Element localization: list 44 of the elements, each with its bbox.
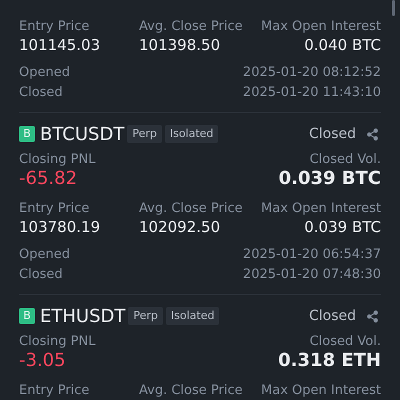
status: Closed xyxy=(308,124,356,144)
share-icon[interactable] xyxy=(366,128,379,140)
volume-value: 0.318 ETH xyxy=(278,351,381,371)
share-icon[interactable] xyxy=(366,310,379,322)
coin-badge: B xyxy=(19,308,35,324)
label: Closed Vol. xyxy=(310,151,381,169)
label: Opened xyxy=(19,246,70,264)
label: Max Open Interest xyxy=(261,18,381,36)
label: Closed Vol. xyxy=(310,333,381,351)
value: 101145.03 xyxy=(19,36,102,54)
value: 102092.50 xyxy=(139,218,222,236)
tag: Perp xyxy=(127,124,162,144)
value: 0.039 BTC xyxy=(303,218,381,236)
pnl-value: -65.82 xyxy=(19,169,78,189)
value: 103780.19 xyxy=(19,218,102,236)
label: Closing PNL xyxy=(19,151,96,169)
tag: Isolated xyxy=(164,124,218,144)
timestamp: 2025-01-20 06:54:37 xyxy=(242,246,381,264)
timestamp: 2025-01-20 11:43:10 xyxy=(242,84,381,102)
label: Entry Price xyxy=(19,382,90,400)
label: Closing PNL xyxy=(19,333,96,351)
label: Max Open Interest xyxy=(261,200,381,218)
tag: Perp xyxy=(128,306,163,326)
value: 101398.50 xyxy=(139,36,222,54)
label: Avg. Close Price xyxy=(139,200,244,218)
coin-badge: B xyxy=(19,126,35,142)
tag: Isolated xyxy=(166,306,220,326)
label: Closed xyxy=(19,84,63,102)
label: Entry Price xyxy=(19,200,90,218)
label: Entry Price xyxy=(19,18,90,36)
scrollbar[interactable] xyxy=(392,0,395,16)
label: Closed xyxy=(19,266,63,284)
label: Avg. Close Price xyxy=(139,382,244,400)
symbol: ETHUSDT xyxy=(40,304,126,328)
pnl-value: -3.05 xyxy=(19,351,67,371)
status: Closed xyxy=(308,306,356,326)
timestamp: 2025-01-20 07:48:30 xyxy=(242,266,381,284)
symbol: BTCUSDT xyxy=(40,122,124,146)
volume-value: 0.039 BTC xyxy=(278,169,381,189)
label: Opened xyxy=(19,64,70,82)
label: Avg. Close Price xyxy=(139,18,244,36)
value: 0.040 BTC xyxy=(303,36,381,54)
timestamp: 2025-01-20 08:12:52 xyxy=(242,64,381,82)
label: Max Open Interest xyxy=(261,382,381,400)
